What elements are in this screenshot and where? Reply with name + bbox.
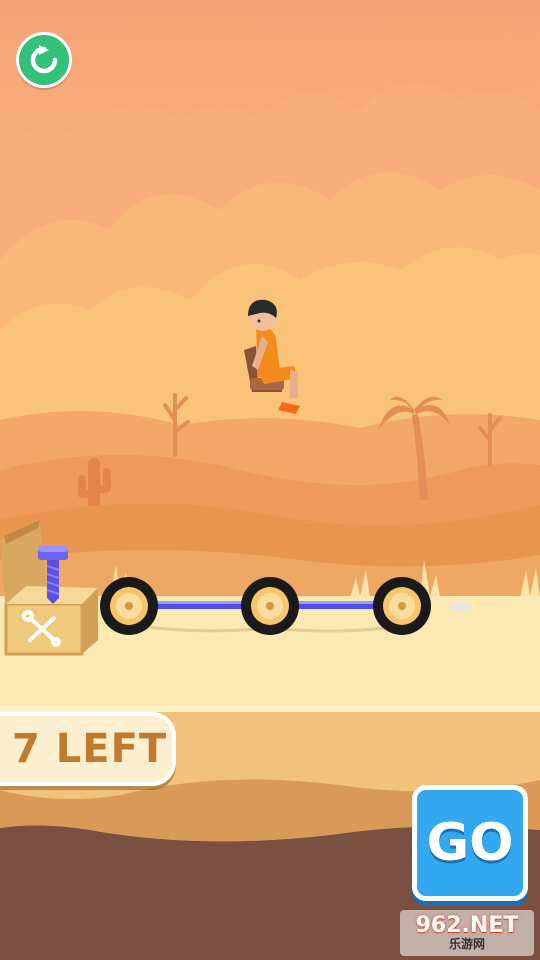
wheel-3[interactable] <box>373 577 431 635</box>
restart-button[interactable] <box>16 32 72 88</box>
watermark: 962.NET 乐游网 <box>400 910 534 956</box>
watermark-main: 962.NET <box>415 913 519 938</box>
go-button[interactable]: GO <box>412 785 528 901</box>
wheel-2[interactable] <box>241 577 299 635</box>
remaining-label: 7 LEFT <box>12 726 168 772</box>
watermark-sub: 乐游网 <box>448 937 485 951</box>
go-label: GO <box>426 813 514 873</box>
rock <box>449 602 471 612</box>
wheel-1[interactable] <box>100 577 158 635</box>
remaining-parts-counter: 7 LEFT <box>0 712 176 786</box>
restart-icon <box>30 45 58 74</box>
